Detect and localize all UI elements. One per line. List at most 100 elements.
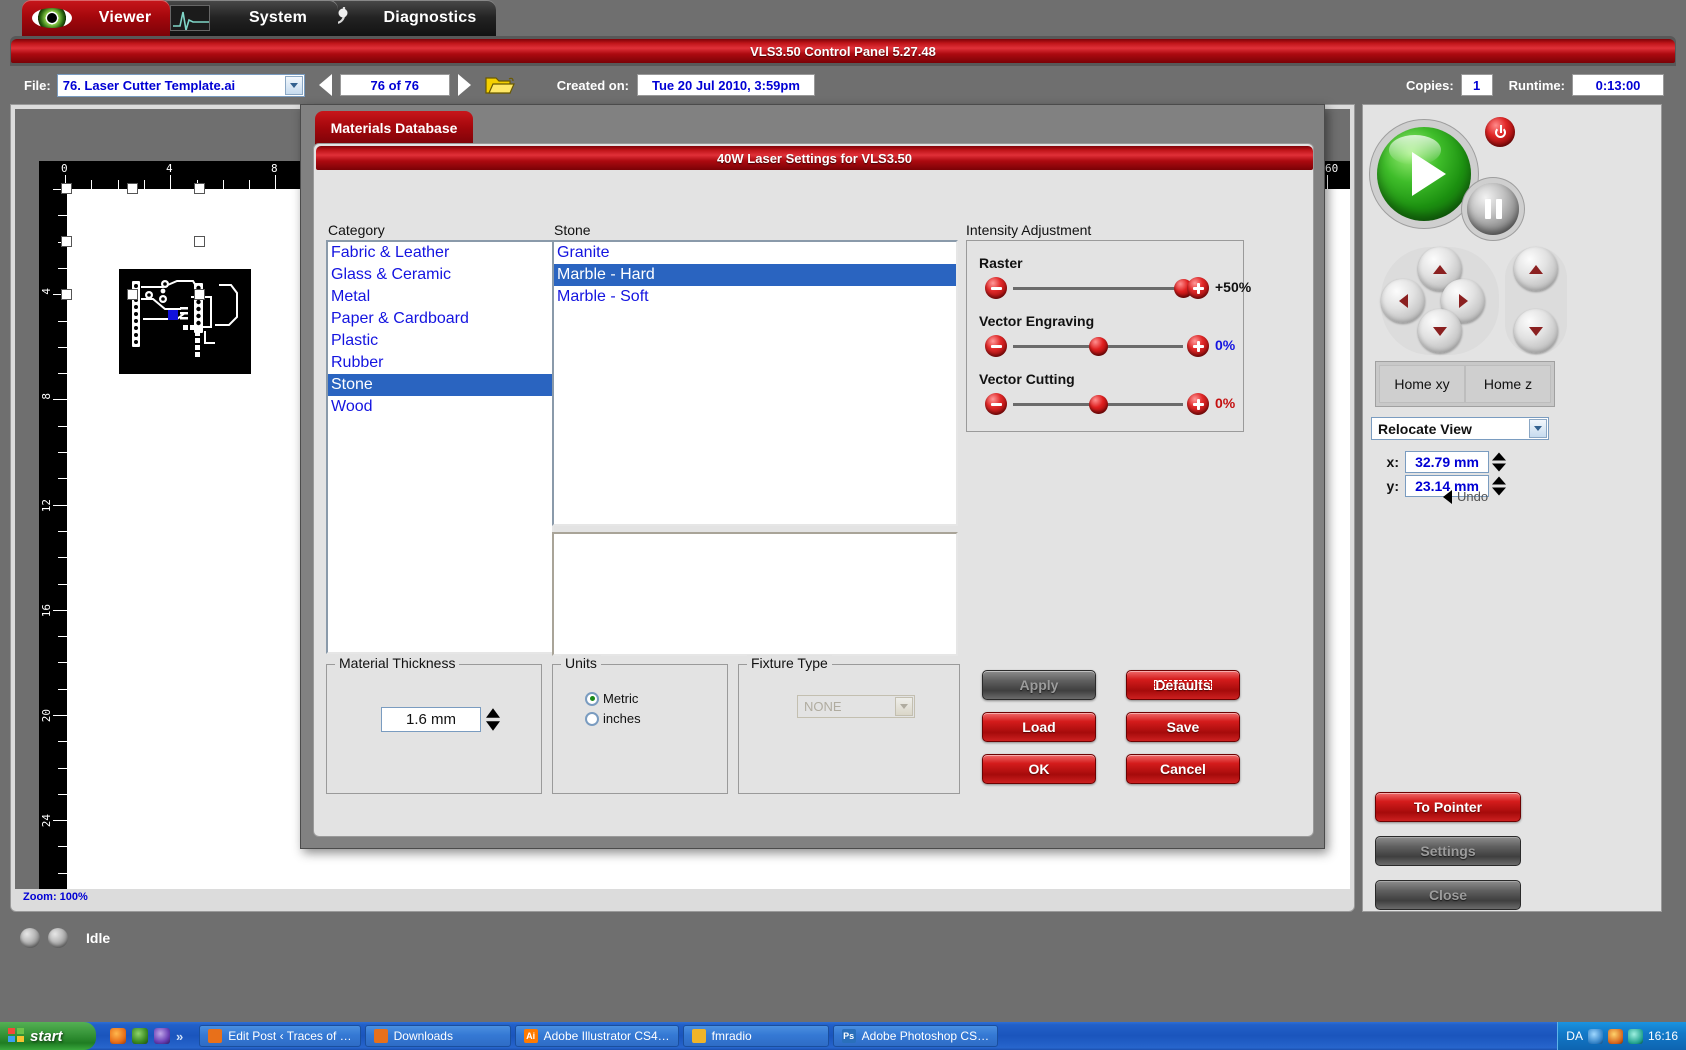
plus-icon[interactable] xyxy=(1187,335,1209,357)
jog-z-up-button[interactable] xyxy=(1514,247,1558,291)
taskbar-item[interactable]: Ps Adobe Photoshop CS… xyxy=(832,1025,999,1047)
undo-button[interactable]: Undo xyxy=(1443,489,1488,504)
x-input[interactable]: 32.79 mm xyxy=(1405,451,1489,473)
minus-icon[interactable] xyxy=(985,335,1007,357)
ruler-tick xyxy=(91,180,92,189)
category-item[interactable]: Plastic xyxy=(328,330,552,352)
ruler-tick xyxy=(58,426,67,427)
category-listbox[interactable]: Fabric & Leather Glass & Ceramic Metal Pape… xyxy=(326,240,554,654)
category-item[interactable]: Rubber xyxy=(328,352,552,374)
chevron-right-icon[interactable]: » xyxy=(176,1029,183,1044)
start-job-button[interactable] xyxy=(1377,127,1471,221)
taskbar-item[interactable]: Edit Post ‹ Traces of … xyxy=(199,1025,361,1047)
previous-file-button[interactable] xyxy=(318,74,332,96)
category-item[interactable]: Metal xyxy=(328,286,552,308)
media-player-icon[interactable] xyxy=(154,1028,170,1044)
start-button[interactable]: start xyxy=(0,1022,96,1050)
ruler-tick xyxy=(58,452,67,453)
to-pointer-button[interactable]: To Pointer xyxy=(1375,792,1521,822)
system-tray: DA 16:16 xyxy=(1557,1022,1686,1050)
tray-icon-network[interactable] xyxy=(1627,1028,1643,1044)
ruler-tick xyxy=(58,373,67,374)
plus-icon[interactable] xyxy=(1187,393,1209,415)
copies-input[interactable]: 1 xyxy=(1460,74,1493,96)
units-option-inches[interactable]: inches xyxy=(585,711,641,726)
open-folder-icon[interactable] xyxy=(485,73,515,97)
file-select[interactable]: 76. Laser Cutter Template.ai xyxy=(56,73,305,97)
selection-handle[interactable] xyxy=(127,183,138,194)
selection-handle[interactable] xyxy=(127,289,138,300)
ruler-tick xyxy=(58,689,67,690)
material-item[interactable]: Marble - Soft xyxy=(554,286,956,308)
jog-left-button[interactable] xyxy=(1381,279,1425,323)
units-inches-label: inches xyxy=(603,711,641,726)
machine-status-bar: Idle xyxy=(0,915,1686,960)
x-stepper[interactable] xyxy=(1492,452,1506,473)
power-button[interactable] xyxy=(1485,117,1515,147)
chevron-down-icon[interactable] xyxy=(284,75,303,95)
chevron-down-icon[interactable] xyxy=(1529,419,1547,438)
category-item[interactable]: Fabric & Leather xyxy=(328,242,552,264)
xy-jog-pad xyxy=(1381,247,1499,355)
y-stepper[interactable] xyxy=(1492,476,1506,497)
language-indicator[interactable]: DA xyxy=(1566,1029,1583,1043)
selection-handle[interactable] xyxy=(194,183,205,194)
material-thickness-input[interactable]: 1.6 mm xyxy=(381,707,481,732)
selection-handle[interactable] xyxy=(194,236,205,247)
ruler-tick xyxy=(249,180,250,189)
material-item[interactable]: Granite xyxy=(554,242,956,264)
tray-icon-app[interactable] xyxy=(1607,1028,1623,1044)
taskbar-item[interactable]: Downloads xyxy=(364,1025,511,1047)
selection-handle[interactable] xyxy=(61,289,72,300)
material-listbox[interactable]: Granite Marble - Hard Marble - Soft xyxy=(552,240,958,526)
material-thickness-stepper[interactable] xyxy=(486,707,500,732)
home-z-button[interactable]: Home z xyxy=(1465,365,1551,403)
intensity-slider-track[interactable] xyxy=(1013,287,1183,290)
taskbar-item-label: Adobe Photoshop CS… xyxy=(861,1029,990,1043)
ruler-label: 60 xyxy=(1325,162,1339,175)
save-button[interactable]: Save xyxy=(1126,712,1240,742)
firefox-icon[interactable] xyxy=(110,1028,126,1044)
ruler-label: 8 xyxy=(271,162,278,175)
ok-button[interactable]: OK xyxy=(982,754,1096,784)
category-item[interactable]: Stone xyxy=(328,374,552,396)
defaults-button[interactable]: Defaults xyxy=(1126,670,1240,700)
browser-icon[interactable] xyxy=(132,1028,148,1044)
dialog-tab-materials-database[interactable]: Materials Database xyxy=(315,111,473,145)
next-file-button[interactable] xyxy=(457,74,471,96)
material-item[interactable]: Marble - Hard xyxy=(554,264,956,286)
settings-button[interactable]: Settings xyxy=(1375,836,1521,866)
tab-system[interactable]: System xyxy=(160,0,338,36)
selection-handle[interactable] xyxy=(194,289,205,300)
category-item[interactable]: Wood xyxy=(328,396,552,418)
material-label: Stone xyxy=(554,222,591,238)
category-item[interactable]: Glass & Ceramic xyxy=(328,264,552,286)
taskbar-item[interactable]: fmradio xyxy=(682,1025,829,1047)
taskbar-items: Edit Post ‹ Traces of … Downloads Ai Adobe … xyxy=(199,1025,999,1047)
jog-down-button[interactable] xyxy=(1418,309,1462,353)
category-item[interactable]: Paper & Cardboard xyxy=(328,308,552,330)
intensity-slider-knob[interactable] xyxy=(1089,337,1108,356)
artwork-pcb-layout[interactable] xyxy=(119,269,251,374)
tray-icon-volume[interactable] xyxy=(1587,1028,1603,1044)
dialog-body: 40W Laser Settings for VLS3.50 Category … xyxy=(313,143,1314,837)
cancel-button[interactable]: Cancel xyxy=(1126,754,1240,784)
pause-job-button[interactable] xyxy=(1467,183,1519,235)
taskbar-item[interactable]: Ai Adobe Illustrator CS4… xyxy=(514,1025,679,1047)
selection-handle[interactable] xyxy=(61,236,72,247)
selection-handle[interactable] xyxy=(61,183,72,194)
jog-z-down-button[interactable] xyxy=(1514,309,1558,353)
intensity-slider-knob[interactable] xyxy=(1089,395,1108,414)
close-button[interactable]: Close xyxy=(1375,880,1521,910)
units-option-metric[interactable]: Metric xyxy=(585,691,638,706)
relocate-view-select[interactable]: Relocate View xyxy=(1371,417,1549,440)
tab-viewer[interactable]: Viewer xyxy=(22,0,170,36)
load-button[interactable]: Load xyxy=(982,712,1096,742)
home-xy-button[interactable]: Home xy xyxy=(1379,365,1465,403)
ruler-tick xyxy=(58,846,67,847)
status-text: Idle xyxy=(86,929,111,946)
minus-icon[interactable] xyxy=(985,393,1007,415)
plus-icon[interactable] xyxy=(1187,277,1209,299)
sidepanel-background: Home xy Home z Relocate View x: 32.79 mm… xyxy=(1362,104,1662,912)
minus-icon[interactable] xyxy=(985,277,1007,299)
